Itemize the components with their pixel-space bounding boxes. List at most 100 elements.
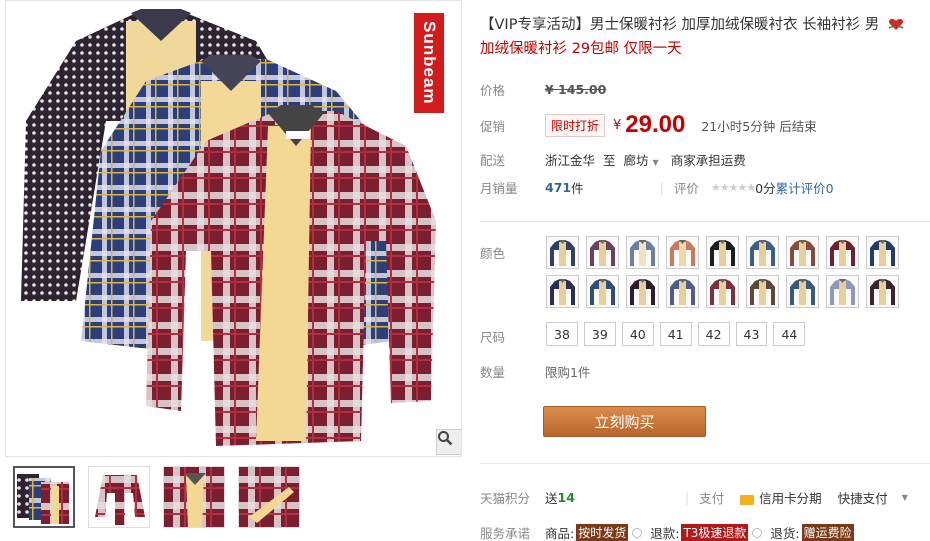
product-title: 【VIP专享活动】男士保暖衬衫 加厚加绒保暖衬衣 长袖衬衫 男 加绒保暖衬衫 2… [480,13,920,61]
currency-symbol: ¥ [613,117,622,133]
points-row: 天猫积分 送 14 | 支付 信用卡分期 快捷支付 ▼ [480,488,908,507]
color-swatch[interactable] [746,275,779,308]
shirt-icon [630,279,655,305]
shipping-fee: 商家承担运费 [670,153,746,168]
buy-now-button[interactable]: 立刻购买 [543,406,706,437]
color-swatch[interactable] [586,236,619,269]
sales-label: 月销量 [480,181,518,196]
product-gallery: Sunbeam [5,0,462,541]
size-option-42[interactable]: 42 [697,322,730,346]
fast-pay[interactable]: 快捷支付 [838,488,888,507]
section-divider [480,221,930,222]
size-label: 尺码 [480,330,506,345]
size-option-38[interactable]: 38 [546,322,578,346]
delivery-row: 配送 浙江金华 至 廊坊 ▼ 商家承担运费 [480,150,746,169]
points-label: 天猫积分 [480,491,531,506]
delivery-destination[interactable]: 廊坊 ▼ [624,150,659,169]
thumbnail-2[interactable] [88,466,150,528]
review-link[interactable]: 累计评价0 [776,178,834,197]
countdown: 21小时5分钟 后结束 [701,118,817,134]
destination-text: 廊坊 [623,153,649,168]
shirt-icon [830,279,855,305]
size-option-44[interactable]: 44 [773,322,806,346]
color-swatch[interactable] [706,236,739,269]
credit-card-icon [740,494,755,505]
shirt-icon [630,240,655,266]
main-product-image[interactable]: Sunbeam [5,0,462,457]
size-options: 38 39 40 41 42 43 44 [546,322,806,346]
delivery-label: 配送 [480,153,506,168]
shirt-icon [590,240,615,266]
shirt-icon [670,240,695,266]
thumbnail-3[interactable] [163,466,225,528]
service-return: 退货: [770,526,800,541]
review-label: 评价 [673,181,699,196]
chevron-down-icon: ▼ [652,158,659,167]
color-swatch[interactable] [666,236,699,269]
sales-unit: 件 [571,181,584,196]
service-refund: 退款: [650,526,680,541]
service-goods: 商品: [545,526,575,541]
shirt-icon [750,279,775,305]
promo-label: 促销 [480,118,506,134]
section-divider [480,463,930,464]
color-swatch[interactable] [826,236,859,269]
color-swatch[interactable] [866,275,899,308]
color-swatch[interactable] [546,275,579,308]
shirt-icon [830,240,855,266]
zoom-button[interactable] [436,429,461,455]
title-subtitle: 加绒保暖衬衫 29包邮 仅限一天 [480,41,682,57]
credit-installment[interactable]: 信用卡分期 [740,488,822,507]
color-label-row: 颜色 [480,243,545,262]
color-swatch[interactable] [626,275,659,308]
divider: | [684,490,690,505]
delivery-from: 浙江金华 [545,153,596,168]
color-swatch[interactable] [586,275,619,308]
title-text: 【VIP专享活动】男士保暖衬衫 加厚加绒保暖衬衣 长袖衬衫 男 [480,17,880,33]
shirt-icon [790,240,815,266]
quantity-limit: 限购1件 [545,365,591,380]
shirt-icon [670,279,695,305]
price-label: 价格 [480,83,506,98]
heart-icon [888,19,904,30]
size-option-43[interactable]: 43 [735,322,768,346]
color-swatch[interactable] [826,275,859,308]
points-value: 14 [557,490,575,505]
service-label: 服务承诺 [480,526,531,541]
service-row: 服务承诺 商品: 按时发货 退款: T3极速退款 退货: 赠运费险 [480,523,854,541]
quantity-row: 数量 限购1件 [480,362,590,381]
color-swatch[interactable] [786,236,819,269]
size-option-40[interactable]: 40 [621,322,654,346]
points-send: 送 [545,491,558,506]
thumbnail-4[interactable] [238,466,300,528]
color-swatch[interactable] [546,236,579,269]
info-icon[interactable] [632,527,643,538]
thumbnail-1[interactable] [13,466,75,528]
rating-stars: ★★★★★ [710,181,756,194]
size-label-row: 尺码 [480,327,545,346]
size-option-41[interactable]: 41 [659,322,692,346]
color-swatch[interactable] [706,275,739,308]
rating-score: 0分 [755,181,776,196]
divider: | [659,180,664,195]
service-refund-tag: T3极速退款 [681,524,749,541]
magnifier-icon [438,431,453,446]
brand-tag: Sunbeam [414,13,444,113]
thumbnail-strip [13,466,300,528]
color-swatch[interactable] [786,275,819,308]
size-option-39[interactable]: 39 [583,322,616,346]
shirt-icon [590,279,615,305]
color-swatch[interactable] [666,275,699,308]
color-swatch[interactable] [626,236,659,269]
color-swatch[interactable] [746,236,779,269]
service-goods-tag: 按时发货 [576,524,629,541]
chevron-down-icon[interactable]: ▼ [902,493,908,502]
promo-row: 促销 限时打折 ¥ 29.00 21小时5分钟 后结束 [480,111,817,139]
color-swatches [546,236,930,308]
sales-count: 471 [545,180,572,195]
color-swatch[interactable] [866,236,899,269]
color-label: 颜色 [480,246,506,261]
shirt-icon [550,279,575,305]
info-icon[interactable] [752,527,763,538]
shirt-icon [710,240,735,266]
